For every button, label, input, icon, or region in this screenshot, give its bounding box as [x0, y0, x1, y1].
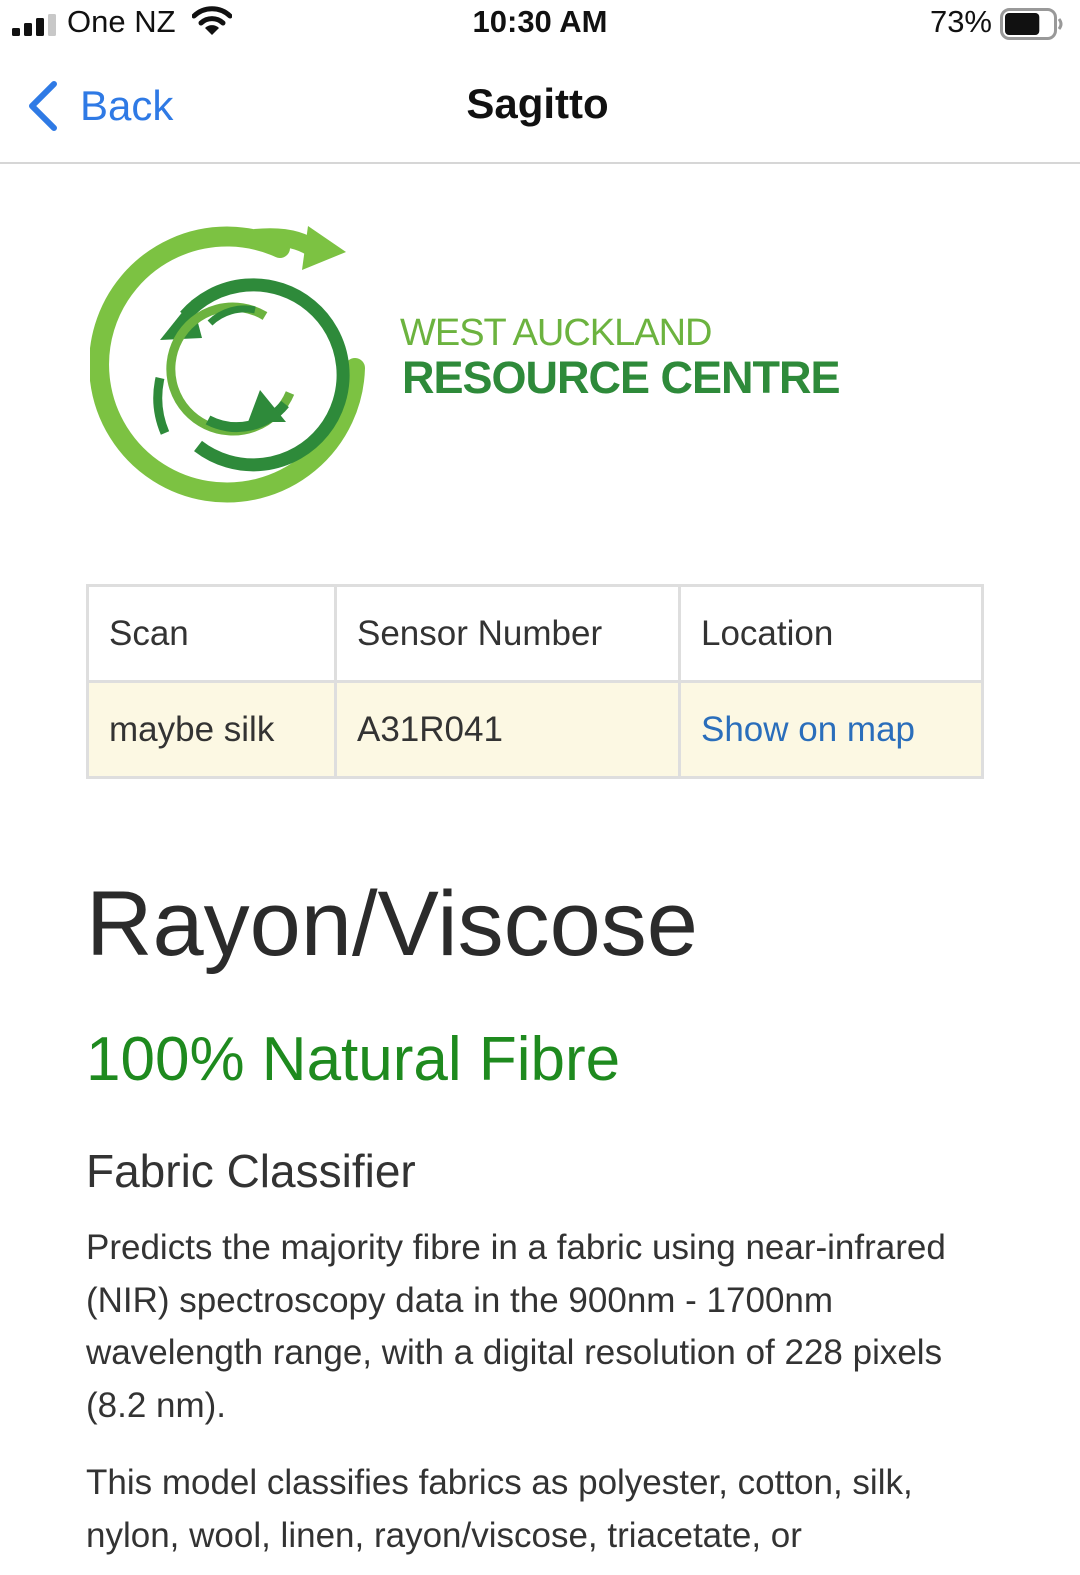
table-header-row: Scan Sensor Number Location — [86, 584, 984, 683]
show-on-map-link[interactable]: Show on map — [701, 710, 915, 749]
fibre-type-subtitle: 100% Natural Fibre — [86, 1025, 621, 1094]
classifier-model-description: This model classifies fabrics as polyest… — [86, 1463, 913, 1555]
clock: 10:30 AM — [472, 4, 608, 39]
cell-location: Show on map — [678, 680, 984, 779]
classifier-heading: Fabric Classifier — [86, 1145, 416, 1197]
classifier-description: Predicts the majority fibre in a fabric … — [86, 1228, 946, 1425]
battery-icon — [1000, 8, 1063, 40]
cell-sensor-number: A31R041 — [334, 680, 681, 779]
status-bar: One NZ 10:30 AM 73% — [0, 0, 1080, 52]
cell-scan: maybe silk — [86, 680, 337, 779]
page-title: Sagitto — [466, 80, 609, 127]
header-scan: Scan — [86, 584, 337, 683]
table-row: maybe silk A31R041 Show on map — [86, 680, 984, 779]
header-location: Location — [678, 584, 984, 683]
battery-percentage: 73% — [929, 4, 992, 39]
scan-info-table: Scan Sensor Number Location maybe silk A… — [86, 584, 984, 779]
header-sensor-number: Sensor Number — [334, 584, 681, 683]
logo-text-line1: WEST AUCKLAND — [400, 312, 712, 354]
navigation-bar: Back Sagitto — [0, 52, 1080, 164]
resource-centre-logo: WEST AUCKLAND RESOURCE CENTRE — [90, 208, 890, 508]
recycle-circle-logo-icon — [90, 226, 365, 503]
logo-text-line2: RESOURCE CENTRE — [402, 352, 841, 403]
fibre-result-title: Rayon/Viscose — [86, 873, 698, 975]
